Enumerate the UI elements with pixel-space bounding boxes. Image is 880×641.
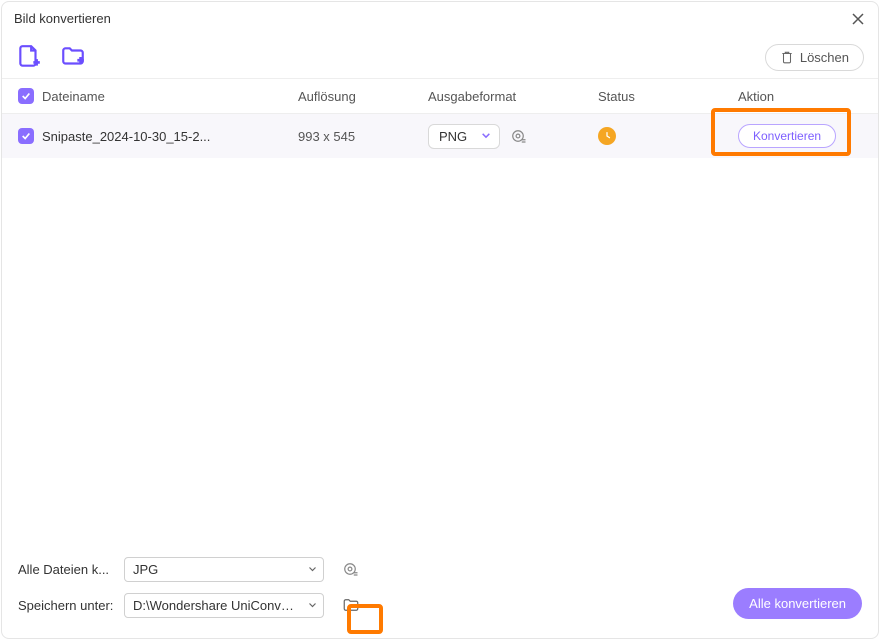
col-output-format: Ausgabeformat bbox=[428, 89, 598, 104]
all-files-settings-icon[interactable] bbox=[340, 559, 360, 579]
table-header: Dateiname Auflösung Ausgabeformat Status… bbox=[2, 78, 878, 114]
format-value: PNG bbox=[439, 129, 467, 144]
all-files-format-select[interactable]: JPG bbox=[124, 557, 324, 582]
delete-label: Löschen bbox=[800, 50, 849, 65]
add-file-icon[interactable] bbox=[16, 44, 42, 70]
col-status: Status bbox=[598, 89, 728, 104]
trash-icon bbox=[780, 50, 794, 64]
select-all-checkbox[interactable] bbox=[18, 88, 34, 104]
format-settings-icon[interactable] bbox=[508, 126, 528, 146]
row-resolution: 993 x 545 bbox=[298, 129, 428, 144]
window-title: Bild konvertieren bbox=[14, 11, 850, 26]
col-action: Aktion bbox=[728, 89, 862, 104]
browse-folder-icon[interactable] bbox=[340, 594, 362, 616]
row-checkbox[interactable] bbox=[18, 128, 34, 144]
chevron-down-icon bbox=[481, 129, 491, 144]
col-filename: Dateiname bbox=[42, 89, 105, 104]
convert-all-button[interactable]: Alle konvertieren bbox=[733, 588, 862, 619]
convert-image-window: Bild konvertieren Löschen bbox=[1, 1, 879, 639]
status-pending-icon bbox=[598, 127, 616, 145]
chevron-down-icon bbox=[308, 598, 317, 613]
close-icon[interactable] bbox=[850, 11, 866, 27]
col-resolution: Auflösung bbox=[298, 89, 428, 104]
row-filename: Snipaste_2024-10-30_15-2... bbox=[42, 129, 210, 144]
all-files-label: Alle Dateien k... bbox=[18, 562, 118, 577]
format-select[interactable]: PNG bbox=[428, 124, 500, 149]
save-under-label: Speichern unter: bbox=[18, 598, 118, 613]
delete-button[interactable]: Löschen bbox=[765, 44, 864, 71]
save-path-value: D:\Wondershare UniConverter 16\I bbox=[133, 598, 324, 613]
titlebar: Bild konvertieren bbox=[2, 2, 878, 36]
table-row: Snipaste_2024-10-30_15-2... 993 x 545 PN… bbox=[2, 114, 878, 158]
chevron-down-icon bbox=[308, 562, 317, 577]
toolbar: Löschen bbox=[2, 36, 878, 78]
all-files-format-value: JPG bbox=[133, 562, 158, 577]
add-folder-icon[interactable] bbox=[60, 44, 86, 70]
convert-button[interactable]: Konvertieren bbox=[738, 124, 836, 148]
save-path-select[interactable]: D:\Wondershare UniConverter 16\I bbox=[124, 593, 324, 618]
